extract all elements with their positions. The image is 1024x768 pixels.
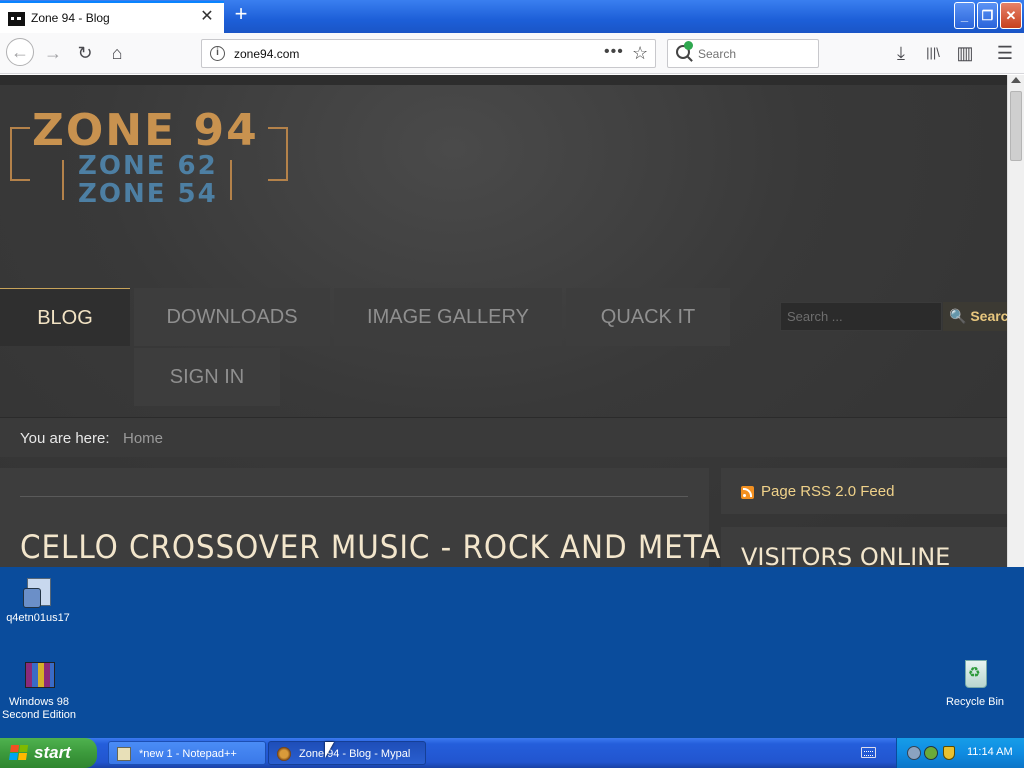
antivirus-icon[interactable] bbox=[924, 746, 938, 760]
menu-item-downloads[interactable]: DOWNLOADS bbox=[134, 288, 330, 346]
menu-item-image-gallery[interactable]: IMAGE GALLERY bbox=[334, 288, 562, 346]
restore-button[interactable]: ❐ bbox=[977, 2, 998, 29]
divider bbox=[20, 496, 688, 497]
site-favicon-icon bbox=[8, 12, 25, 26]
menu-item-quack-it[interactable]: QUACK IT bbox=[566, 288, 730, 346]
logo-bracket-right bbox=[268, 127, 288, 181]
start-button[interactable]: start bbox=[0, 738, 97, 768]
menu-item-sign-in[interactable]: SIGN IN bbox=[134, 348, 280, 406]
hamburger-menu-icon[interactable]: ☰ bbox=[994, 42, 1016, 64]
breadcrumb-home-link[interactable]: Home bbox=[123, 430, 163, 447]
add-search-engine-icon bbox=[684, 41, 693, 50]
tab-title: Zone 94 - Blog bbox=[31, 11, 110, 25]
tab-zone94-blog[interactable]: Zone 94 - Blog ✕ bbox=[0, 1, 224, 33]
visitors-online-widget: VISITORS ONLINE bbox=[721, 527, 1007, 567]
back-button[interactable]: ← bbox=[6, 38, 34, 66]
desktop-icon-label: Windows 98 Second Edition bbox=[2, 696, 76, 721]
security-shield-icon[interactable] bbox=[943, 746, 955, 760]
site-search-placeholder: Search ... bbox=[787, 309, 843, 324]
taskbar: start *new 1 - Notepad++ Zone 94 - Blog … bbox=[0, 738, 1024, 768]
close-window-button[interactable]: ✕ bbox=[1000, 2, 1022, 29]
desktop-icon-recycle-bin[interactable]: Recycle Bin bbox=[940, 656, 1010, 709]
desktop-icon-q4etn01us17[interactable]: q4etn01us17 bbox=[2, 576, 74, 625]
reload-button[interactable]: ↻ bbox=[74, 42, 96, 64]
taskbar-item-notepad[interactable]: *new 1 - Notepad++ bbox=[108, 741, 266, 765]
system-tray: 11:14 AM bbox=[896, 738, 1024, 768]
mouse-cursor-icon bbox=[325, 742, 334, 758]
post-title[interactable]: CELLO CROSSOVER MUSIC - ROCK AND METAL bbox=[20, 528, 739, 566]
tab-strip: Zone 94 - Blog ✕ + _ ❐ ✕ bbox=[0, 0, 1024, 33]
logo-title: ZONE 94 bbox=[32, 105, 259, 156]
browser-search-input[interactable]: Search bbox=[667, 39, 819, 68]
breadcrumb: You are here: Home bbox=[0, 417, 1007, 457]
bookmark-star-icon[interactable]: ☆ bbox=[632, 43, 648, 64]
browser-window: Zone 94 - Blog ✕ + _ ❐ ✕ ← → ↻ ⌂ i zone9… bbox=[0, 0, 1024, 567]
home-button[interactable]: ⌂ bbox=[106, 42, 128, 64]
rss-icon bbox=[741, 486, 754, 499]
visitors-online-heading: VISITORS ONLINE bbox=[741, 543, 951, 567]
taskbar-item-mypal[interactable]: Zone 94 - Blog - Mypal bbox=[268, 741, 426, 765]
desktop-icon-windows98[interactable]: Windows 98 Second Edition bbox=[0, 660, 78, 722]
network-icon[interactable] bbox=[907, 746, 921, 760]
rss-feed-widget: Page RSS 2.0 Feed bbox=[721, 468, 1007, 514]
clock[interactable]: 11:14 AM bbox=[967, 746, 1013, 758]
tab-close-icon[interactable]: ✕ bbox=[198, 8, 216, 26]
installer-icon bbox=[23, 576, 53, 608]
minimize-button[interactable]: _ bbox=[954, 2, 975, 29]
taskbar-item-label: Zone 94 - Blog - Mypal bbox=[299, 748, 411, 760]
address-bar[interactable]: i zone94.com ••• ☆ bbox=[201, 39, 656, 68]
desktop-icon-label: q4etn01us17 bbox=[6, 612, 70, 624]
site-search-button[interactable]: 🔍 Search bbox=[943, 302, 1007, 331]
notepad-icon bbox=[117, 747, 131, 761]
logo-subtitle-1: ZONE 62 bbox=[78, 151, 218, 181]
desktop-icon-label: Recycle Bin bbox=[945, 696, 1005, 708]
keyboard-icon[interactable] bbox=[861, 747, 876, 758]
archive-icon bbox=[23, 660, 55, 688]
logo-bracket-left bbox=[10, 127, 30, 181]
scroll-thumb[interactable] bbox=[1010, 91, 1022, 161]
site-search-input[interactable]: Search ... bbox=[780, 302, 942, 331]
mypal-icon bbox=[277, 747, 291, 761]
search-placeholder: Search bbox=[698, 47, 737, 61]
breadcrumb-label: You are here: bbox=[20, 430, 110, 447]
url-text[interactable]: zone94.com bbox=[234, 47, 299, 61]
site-logo[interactable]: ZONE 94 ZONE 62 ZONE 54 bbox=[10, 105, 292, 237]
library-icon[interactable]: |||\ bbox=[922, 42, 944, 64]
start-label: start bbox=[34, 743, 71, 762]
scroll-up-arrow-icon[interactable] bbox=[1011, 77, 1021, 83]
downloads-icon[interactable]: ⤓ bbox=[890, 42, 912, 64]
forward-button[interactable]: → bbox=[42, 42, 64, 64]
navigation-toolbar: ← → ↻ ⌂ i zone94.com ••• ☆ Search ⤓ |||\… bbox=[0, 33, 1024, 74]
logo-subtitle-2: ZONE 54 bbox=[78, 179, 218, 209]
taskbar-item-label: *new 1 - Notepad++ bbox=[139, 748, 237, 760]
rss-feed-link[interactable]: Page RSS 2.0 Feed bbox=[761, 483, 894, 500]
web-page: ZONE 94 ZONE 62 ZONE 54 BLOG DOWNLOADS I… bbox=[0, 75, 1007, 567]
page-top-strip bbox=[0, 75, 1007, 85]
vertical-scrollbar[interactable] bbox=[1007, 75, 1024, 567]
recycle-bin-icon bbox=[961, 656, 989, 688]
site-info-icon[interactable]: i bbox=[210, 46, 225, 61]
sidebar-toggle-icon[interactable]: ▥ bbox=[954, 42, 976, 64]
page-actions-icon[interactable]: ••• bbox=[604, 43, 624, 61]
windows-logo-icon bbox=[9, 745, 29, 761]
new-tab-button[interactable]: + bbox=[230, 3, 252, 26]
menu-item-blog[interactable]: BLOG bbox=[0, 288, 130, 346]
main-content: CELLO CROSSOVER MUSIC - ROCK AND METAL bbox=[0, 468, 738, 567]
